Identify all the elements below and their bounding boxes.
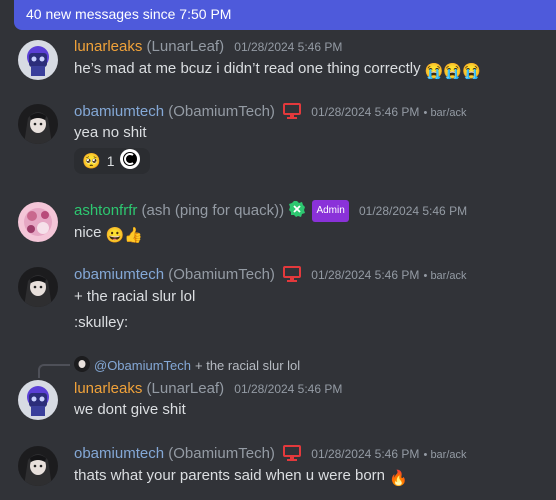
timestamp: 01/28/2024 5:46 PM xyxy=(311,105,420,119)
avatar[interactable] xyxy=(18,267,58,307)
server-tag: • bar/ack xyxy=(423,107,467,119)
server-tag: • bar/ack xyxy=(423,449,467,461)
banner-text: 40 new messages since 7:50 PM xyxy=(26,6,232,22)
timestamp: 01/28/2024 5:46 PM xyxy=(311,447,420,461)
message-text-2: :skulley: xyxy=(74,314,129,331)
monitor-icon xyxy=(283,266,302,288)
crying-emoji: 😭😭😭 xyxy=(424,63,481,80)
avatar[interactable] xyxy=(18,104,58,144)
avatar[interactable] xyxy=(18,40,58,80)
new-messages-banner[interactable]: 40 new messages since 7:50 PM xyxy=(14,0,556,30)
timestamp: 01/28/2024 5:46 PM xyxy=(234,40,343,54)
fire-emoji: 🔥 xyxy=(389,470,408,487)
obamiumtech-avatar-icon xyxy=(18,267,58,307)
obamiumtech-avatar-icon xyxy=(18,446,58,486)
display-name: (LunarLeaf) xyxy=(146,380,225,397)
server-tag: • bar/ack xyxy=(423,270,467,282)
avatar[interactable] xyxy=(18,446,58,486)
username[interactable]: ashtonfrfr xyxy=(74,202,137,219)
monitor-icon xyxy=(283,445,302,467)
display-name: (ObamiumTech) xyxy=(168,103,275,120)
message-text: + the racial slur lol xyxy=(74,288,196,305)
message-text: thats what your parents said when u were… xyxy=(74,467,386,484)
avatar[interactable] xyxy=(18,202,58,242)
reply-connector xyxy=(38,364,70,378)
display-name: (ObamiumTech) xyxy=(168,445,275,462)
obamiumtech-avatar-icon xyxy=(18,104,58,144)
ashtonfrfr-avatar-icon xyxy=(18,202,58,242)
reply-mention[interactable]: @ObamiumTech xyxy=(94,358,191,373)
monitor-icon xyxy=(283,103,302,125)
timestamp: 01/28/2024 5:46 PM xyxy=(358,204,468,218)
message-text: nice xyxy=(74,224,102,241)
timestamp: 01/28/2024 5:46 PM xyxy=(234,382,343,396)
username[interactable]: obamiumtech xyxy=(74,103,164,120)
username[interactable]: lunarleaks xyxy=(74,38,142,55)
reply-avatar-icon xyxy=(74,356,90,375)
reactor-avatar-icon xyxy=(120,149,141,173)
display-name: (LunarLeaf) xyxy=(146,38,225,55)
admin-badge: Admin xyxy=(312,200,349,222)
username[interactable]: obamiumtech xyxy=(74,445,164,462)
reaction-count: 1 xyxy=(106,153,115,169)
avatar[interactable] xyxy=(18,380,58,420)
lunarleaks-avatar-icon xyxy=(18,40,58,80)
moderator-icon xyxy=(288,200,306,224)
pleading-face-emoji: 🥺 xyxy=(82,153,101,170)
reply-preview[interactable]: @ObamiumTech + the racial slur lol xyxy=(74,356,300,375)
grin-thumbs-up-emoji: 😀👍 xyxy=(105,227,144,244)
reaction-pill[interactable]: 🥺 1 xyxy=(74,148,150,174)
username[interactable]: obamiumtech xyxy=(74,266,164,283)
username[interactable]: lunarleaks xyxy=(74,380,142,397)
message-text: he’s mad at me bcuz i didn’t read one th… xyxy=(74,60,421,77)
lunarleaks-avatar-icon xyxy=(18,380,58,420)
display-name: (ObamiumTech) xyxy=(168,266,275,283)
message-text: we dont give shit xyxy=(74,401,186,418)
reply-text: + the racial slur lol xyxy=(195,358,301,373)
display-name: (ash (ping for quack)) xyxy=(141,202,285,219)
timestamp: 01/28/2024 5:46 PM xyxy=(311,268,420,282)
message-text: yea no shit xyxy=(74,124,147,141)
